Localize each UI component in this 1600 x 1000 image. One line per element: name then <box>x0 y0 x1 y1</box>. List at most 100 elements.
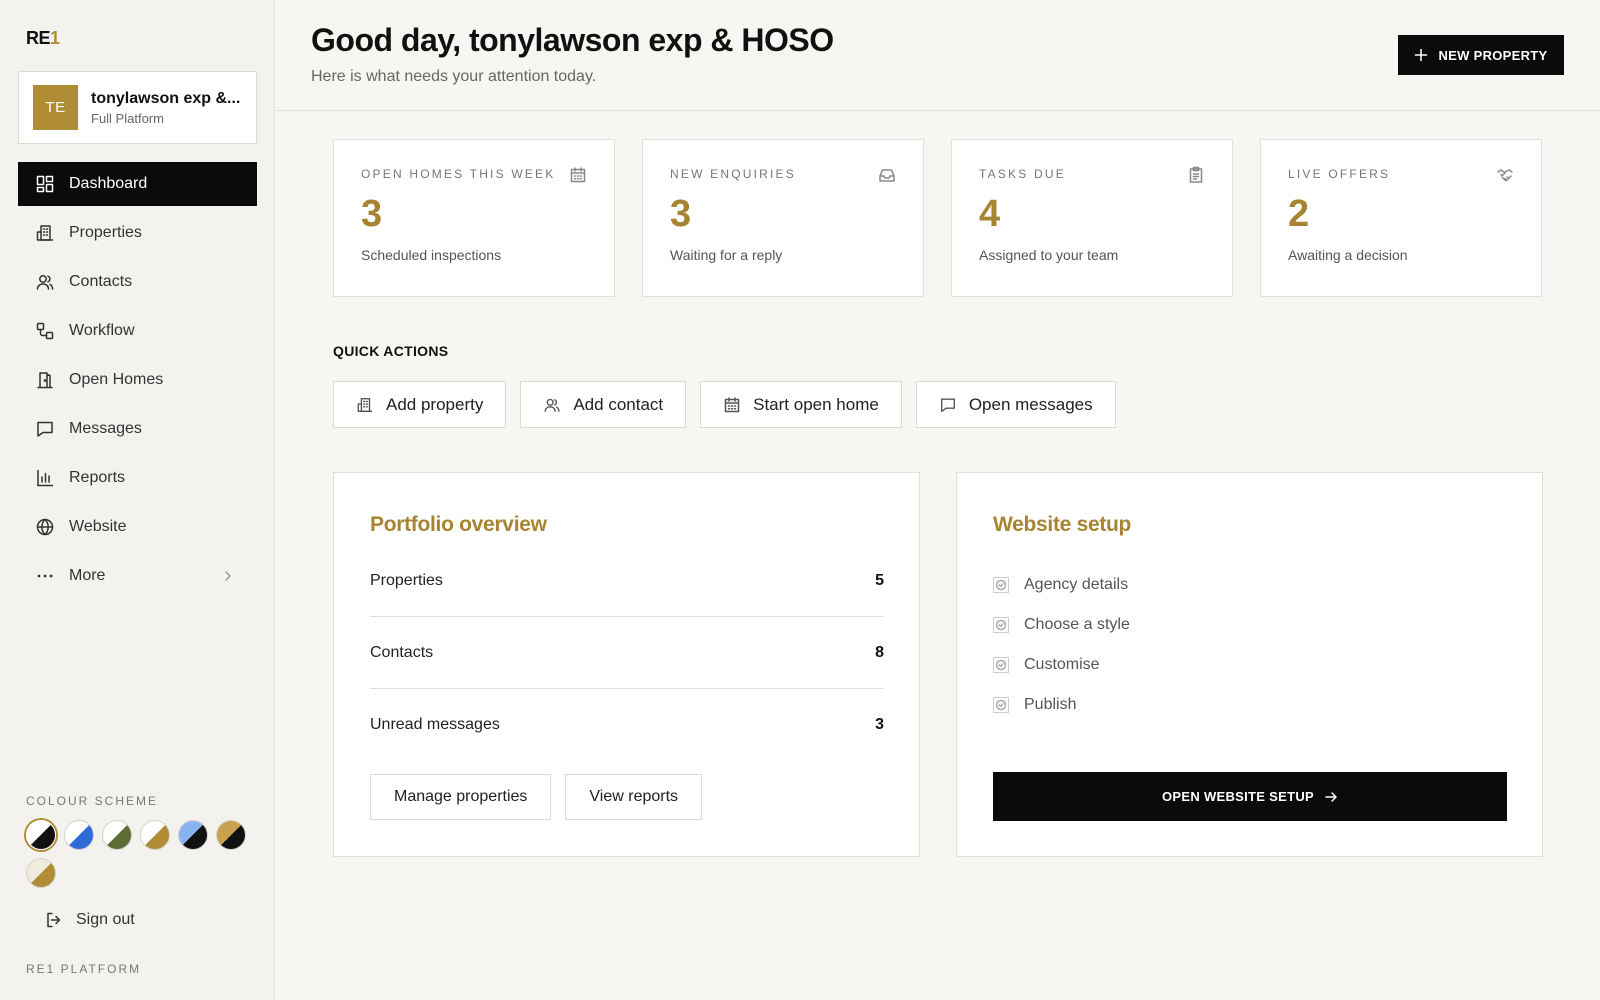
list-item: Properties 5 <box>370 545 884 617</box>
users-icon <box>544 398 560 412</box>
sidebar-item-properties[interactable]: Properties <box>18 211 257 255</box>
avatar: TE <box>33 85 78 130</box>
add-property-label: Add property <box>386 394 484 414</box>
portfolio-row-value: 3 <box>875 716 884 733</box>
sidebar-item-dashboard[interactable]: Dashboard <box>18 162 257 206</box>
sidebar-nav: Dashboard Properties Contacts Workflow O… <box>18 162 257 603</box>
list-item: Unread messages 3 <box>370 689 884 761</box>
sidebar-item-workflow[interactable]: Workflow <box>18 309 257 353</box>
workflow-icon <box>36 322 54 340</box>
logo-accent: 1 <box>50 28 60 48</box>
start-open-home-label: Start open home <box>753 394 879 414</box>
logo[interactable]: RE1 <box>26 28 60 49</box>
colour-swatch[interactable] <box>178 820 208 850</box>
colour-swatch[interactable] <box>26 858 56 888</box>
building-icon <box>36 225 54 241</box>
door-icon <box>37 372 53 389</box>
start-open-home-button[interactable]: Start open home <box>700 381 902 428</box>
checkbox[interactable] <box>993 617 1009 633</box>
check-circle-icon <box>995 619 1007 631</box>
portfolio-list: Properties 5 Contacts 8 Unread messages … <box>370 545 884 761</box>
quick-actions: Add property Add contact Start open home… <box>333 381 1116 428</box>
portfolio-overview-panel: Portfolio overview Properties 5 Contacts… <box>333 472 920 857</box>
stat-card-tasks-due[interactable]: TASKS DUE 4 Assigned to your team <box>951 139 1233 297</box>
setup-step-label: Publish <box>1024 696 1077 713</box>
add-contact-label: Add contact <box>573 394 664 414</box>
sidebar-item-label: Contacts <box>69 273 133 290</box>
sidebar-item-more[interactable]: More <box>18 554 257 598</box>
colour-swatch[interactable] <box>216 820 246 850</box>
open-messages-button[interactable]: Open messages <box>915 381 1116 428</box>
colour-swatch[interactable] <box>140 820 170 850</box>
portfolio-actions: Manage properties View reports <box>370 774 703 820</box>
sign-out-label: Sign out <box>76 911 135 928</box>
chevron-right-icon <box>225 571 231 581</box>
manage-properties-button[interactable]: Manage properties <box>370 774 552 820</box>
setup-step[interactable]: Publish <box>993 685 1130 725</box>
list-item: Contacts 8 <box>370 617 884 689</box>
account-switcher[interactable]: TE tonylawson exp &... Full Platform <box>18 71 257 144</box>
sidebar-item-messages[interactable]: Messages <box>18 407 257 451</box>
stat-description: Assigned to your team <box>979 247 1119 263</box>
sidebar-item-label: Properties <box>69 224 142 241</box>
sign-out-button[interactable]: Sign out <box>44 910 135 930</box>
stat-description: Awaiting a decision <box>1288 247 1408 263</box>
check-circle-icon <box>995 579 1007 591</box>
sidebar-item-contacts[interactable]: Contacts <box>18 260 257 304</box>
stat-value: 2 <box>1288 193 1310 235</box>
setup-step[interactable]: Agency details <box>993 565 1130 605</box>
dashboard-icon <box>36 175 54 193</box>
platform-label: RE1 PLATFORM <box>26 962 142 976</box>
handshake-icon <box>1497 169 1513 182</box>
sidebar-item-open-homes[interactable]: Open Homes <box>18 358 257 402</box>
stat-value: 3 <box>670 193 692 235</box>
calendar-icon <box>570 167 586 183</box>
sidebar-item-website[interactable]: Website <box>18 505 257 549</box>
colour-scheme-label: COLOUR SCHEME <box>26 794 159 808</box>
sidebar-item-reports[interactable]: Reports <box>18 456 257 500</box>
website-setup-panel: Website setup Agency details Choose a st… <box>956 472 1543 857</box>
message-icon <box>940 397 955 412</box>
website-setup-title: Website setup <box>993 513 1132 536</box>
colour-swatch[interactable] <box>64 820 94 850</box>
sidebar: RE1 TE tonylawson exp &... Full Platform… <box>0 0 275 1000</box>
new-property-button[interactable]: NEW PROPERTY <box>1398 35 1564 75</box>
portfolio-row-label: Properties <box>370 571 443 589</box>
portfolio-row-label: Unread messages <box>370 716 500 733</box>
more-icon <box>37 574 53 578</box>
page-title: Good day, tonylawson exp & HOSO <box>311 22 834 58</box>
sidebar-item-label: Website <box>69 518 127 535</box>
setup-step[interactable]: Customise <box>993 645 1130 685</box>
setup-step-label: Customise <box>1024 656 1100 673</box>
add-contact-button[interactable]: Add contact <box>520 381 687 428</box>
sidebar-item-label: More <box>69 567 106 584</box>
bar-chart-icon <box>37 469 54 487</box>
view-reports-button[interactable]: View reports <box>565 774 703 820</box>
stat-card-live-offers[interactable]: LIVE OFFERS 2 Awaiting a decision <box>1260 139 1542 297</box>
stat-card-new-enquiries[interactable]: NEW ENQUIRIES 3 Waiting for a reply <box>642 139 924 297</box>
clipboard-icon <box>1189 166 1203 183</box>
checkbox[interactable] <box>993 697 1009 713</box>
globe-icon <box>36 518 54 536</box>
users-icon <box>36 275 54 290</box>
setup-step[interactable]: Choose a style <box>993 605 1130 645</box>
colour-scheme-swatches <box>26 820 256 888</box>
website-setup-steps: Agency details Choose a style Customise … <box>993 565 1130 725</box>
open-messages-label: Open messages <box>968 394 1093 414</box>
setup-step-label: Choose a style <box>1024 616 1130 633</box>
open-website-setup-button[interactable]: OPEN WEBSITE SETUP <box>993 772 1507 821</box>
message-icon <box>37 421 53 437</box>
add-property-button[interactable]: Add property <box>333 381 507 428</box>
colour-swatch[interactable] <box>26 820 56 850</box>
open-website-setup-label: OPEN WEBSITE SETUP <box>1161 789 1315 804</box>
checkbox[interactable] <box>993 577 1009 593</box>
stat-description: Waiting for a reply <box>670 247 783 263</box>
stat-description: Scheduled inspections <box>361 247 502 263</box>
stat-card-open-homes[interactable]: OPEN HOMES THIS WEEK 3 Scheduled inspect… <box>333 139 615 297</box>
check-circle-icon <box>995 699 1007 711</box>
colour-swatch[interactable] <box>102 820 132 850</box>
page-header: Good day, tonylawson exp & HOSO Here is … <box>276 0 1600 111</box>
setup-step-label: Agency details <box>1024 576 1129 593</box>
sign-out-icon <box>47 912 61 928</box>
checkbox[interactable] <box>993 657 1009 673</box>
